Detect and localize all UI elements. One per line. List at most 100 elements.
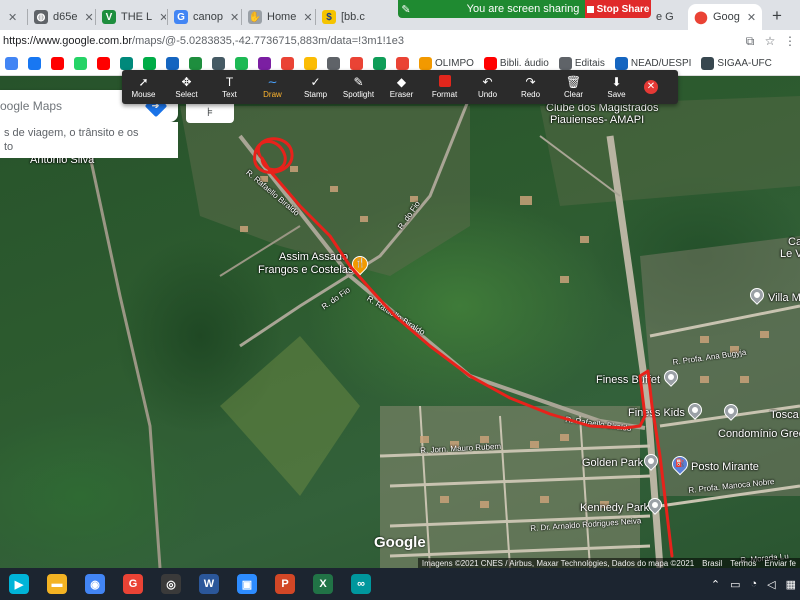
tool-redo[interactable]: ↷ Redo xyxy=(509,70,552,104)
tab-close-icon[interactable]: ✕ xyxy=(159,11,166,24)
bookmark-item[interactable] xyxy=(23,57,46,70)
tab-close-icon[interactable]: ✕ xyxy=(230,11,239,24)
tool-save[interactable]: ⬇ Save xyxy=(595,70,638,104)
play-icon: ▶ xyxy=(9,574,29,594)
taskbar-app[interactable]: ▬ xyxy=(38,568,76,600)
star-icon[interactable]: ☆ xyxy=(760,31,780,51)
url-field[interactable]: https://www.google.com.br/maps/@-5.02838… xyxy=(0,35,740,47)
tab-6[interactable]: e G xyxy=(650,4,686,30)
taskbar-app[interactable]: X xyxy=(304,568,342,600)
chevron-up-icon[interactable]: ⌃ xyxy=(711,578,720,591)
google-icon: G xyxy=(123,574,143,594)
text-icon: T xyxy=(225,74,234,89)
new-tab-button[interactable]: + xyxy=(766,5,788,27)
taskbar-app[interactable]: ◉ xyxy=(76,568,114,600)
tab-1[interactable]: ◍ d65e ✕ xyxy=(28,4,94,30)
powerpoint-icon: P xyxy=(275,574,295,594)
tool-stamp[interactable]: ✓ Stamp xyxy=(294,70,337,104)
tool-draw[interactable]: ∼ Draw xyxy=(251,70,294,104)
tab-7-active[interactable]: ⬤ Goog ✕ xyxy=(688,4,762,30)
tab-label: Goog xyxy=(713,11,740,23)
google-icon xyxy=(281,57,294,70)
bookmark-item[interactable] xyxy=(230,57,253,70)
screenshot-icon[interactable]: ⧉ xyxy=(740,31,760,51)
bookmark-item[interactable]: Bibli. áudio xyxy=(479,57,554,70)
system-tray: ⌃ ▭ ◔ ◁ ▦ xyxy=(711,568,796,600)
app-icon xyxy=(373,57,386,70)
globe-icon: ◍ xyxy=(34,10,48,24)
close-toolbar-icon[interactable]: ✕ xyxy=(644,80,658,94)
taskbar-app[interactable]: W xyxy=(190,568,228,600)
bookmark-item[interactable] xyxy=(0,57,23,70)
bookmark-label: SIGAA-UFC xyxy=(717,58,772,69)
tab-close-icon[interactable]: ✕ xyxy=(84,11,93,24)
bookmark-item[interactable]: OLIMPO xyxy=(414,57,479,70)
bookmark-item[interactable] xyxy=(115,57,138,70)
taskbar-app[interactable]: ▶ xyxy=(0,568,38,600)
bookmark-item[interactable] xyxy=(276,57,299,70)
bookmark-item[interactable]: SIGAA-UFC xyxy=(696,57,776,70)
url-path: /maps/@-5.0283835,-42.7736715,883m/data=… xyxy=(132,35,405,47)
arduino-icon: ∞ xyxy=(351,574,371,594)
app-icon xyxy=(396,57,409,70)
url-host: https://www.google.com.br xyxy=(3,35,133,47)
volume-icon[interactable]: ◁ xyxy=(767,578,775,591)
bookmark-item[interactable] xyxy=(391,57,414,70)
bookmark-item[interactable] xyxy=(92,57,115,70)
bookmark-item[interactable] xyxy=(46,57,69,70)
bookmark-item[interactable] xyxy=(69,57,92,70)
taskbar-app[interactable]: ∞ xyxy=(342,568,380,600)
tab-3[interactable]: Gcanop ✕ xyxy=(168,4,240,30)
bookmark-item[interactable] xyxy=(184,57,207,70)
bookmark-item[interactable] xyxy=(161,57,184,70)
bookmark-item[interactable]: Editais xyxy=(554,57,610,70)
tool-text[interactable]: T Text xyxy=(208,70,251,104)
taskbar-app[interactable]: P xyxy=(266,568,304,600)
keyboard-icon[interactable]: ▦ xyxy=(786,578,796,591)
bookmark-label: Editais xyxy=(574,58,605,69)
tool-format[interactable]: Format xyxy=(423,70,466,104)
tab-5[interactable]: $ [bb.c xyxy=(316,4,396,30)
bookmark-item[interactable] xyxy=(368,57,391,70)
tab-2[interactable]: V THE L ✕ xyxy=(96,4,166,30)
taskbar-app[interactable]: ▣ xyxy=(228,568,266,600)
app-icon xyxy=(212,57,225,70)
file-explorer-icon: ▬ xyxy=(47,574,67,594)
pencil-icon[interactable]: ✎ xyxy=(398,0,414,18)
taskbar: ▶ ▬ ◉ G ◎ W ▣ P X ∞ ⌃ ▭ ◔ ◁ ▦ xyxy=(0,568,800,600)
stop-icon xyxy=(586,5,594,13)
bookmark-item[interactable] xyxy=(345,57,368,70)
excel-icon: X xyxy=(313,574,333,594)
bookmark-item[interactable] xyxy=(207,57,230,70)
tab-0[interactable]: ✕ xyxy=(0,4,26,30)
bookmark-item[interactable] xyxy=(299,57,322,70)
tool-eraser[interactable]: ◆ Eraser xyxy=(380,70,423,104)
youtube-icon xyxy=(51,57,64,70)
taskbar-app[interactable]: ◎ xyxy=(152,568,190,600)
bookmark-label: Bibli. áudio xyxy=(499,58,549,69)
tool-mouse[interactable]: ➚ Mouse xyxy=(122,70,165,104)
tab-close-icon[interactable]: ✕ xyxy=(303,11,312,24)
network-icon[interactable]: ◔ xyxy=(750,578,757,590)
tab-label: canop xyxy=(193,11,223,23)
tab-close-icon[interactable]: ✕ xyxy=(747,11,756,24)
stop-share-button[interactable]: Stop Share xyxy=(585,0,651,18)
bookmark-item[interactable]: NEAD/UESPI xyxy=(610,57,697,70)
meet-icon xyxy=(143,57,156,70)
save-icon: ⬇ xyxy=(611,74,622,89)
tab-4[interactable]: ✋ Home ✕ xyxy=(242,4,314,30)
tool-clear[interactable]: 🗑 Clear xyxy=(552,70,595,104)
bookmark-item[interactable] xyxy=(322,57,345,70)
undo-icon: ↶ xyxy=(482,74,493,89)
tab-close-icon[interactable]: ✕ xyxy=(8,11,17,24)
tool-label: Undo xyxy=(477,89,498,99)
tool-select[interactable]: ✥ Select xyxy=(165,70,208,104)
bookmark-item[interactable] xyxy=(253,57,276,70)
taskbar-app[interactable]: G xyxy=(114,568,152,600)
tool-undo[interactable]: ↶ Undo xyxy=(466,70,509,104)
tool-spotlight[interactable]: ✎ Spotlight xyxy=(337,70,380,104)
battery-icon[interactable]: ▭ xyxy=(730,578,740,591)
bookmark-item[interactable] xyxy=(138,57,161,70)
extensions-icon[interactable]: ⋮ xyxy=(780,31,800,51)
suggestion-text: to xyxy=(4,141,14,153)
